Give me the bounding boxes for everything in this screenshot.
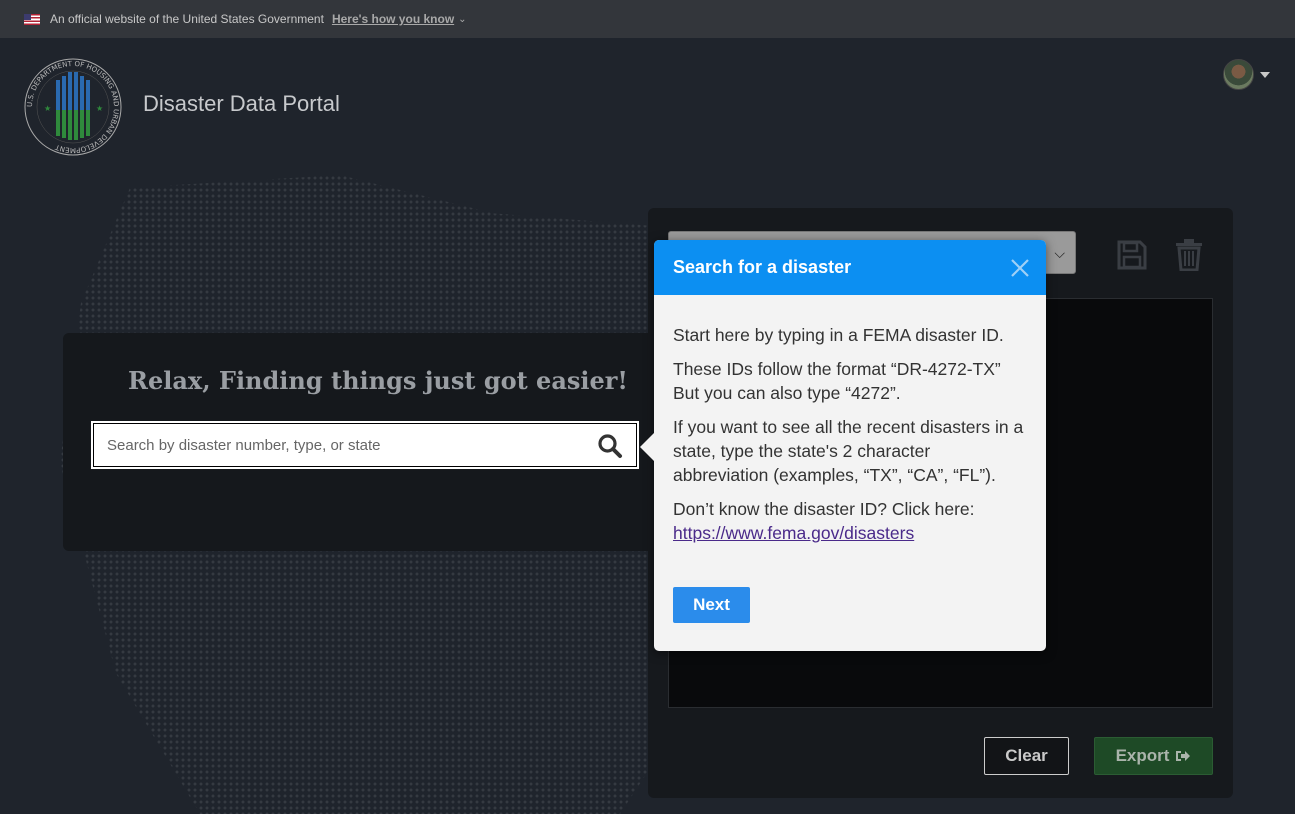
next-button[interactable]: Next xyxy=(673,587,750,623)
export-button[interactable]: Export xyxy=(1094,737,1213,775)
chevron-down-icon[interactable]: ⌵ xyxy=(1054,245,1065,262)
avatar[interactable] xyxy=(1223,59,1254,90)
clear-button[interactable]: Clear xyxy=(984,737,1069,775)
export-icon xyxy=(1176,751,1191,761)
close-icon[interactable] xyxy=(1010,258,1030,278)
popover-body: Start here by typing in a FEMA disaster … xyxy=(654,295,1046,545)
gov-banner: An official website of the United States… xyxy=(0,0,1295,38)
tour-popover: Search for a disaster Start here by typi… xyxy=(640,240,1046,651)
search-box[interactable] xyxy=(91,421,639,469)
popover-title: Search for a disaster xyxy=(673,257,852,277)
save-icon[interactable] xyxy=(1116,239,1148,271)
popover-header: Search for a disaster xyxy=(654,240,1046,295)
popover-text-2: These IDs follow the format “DR-4272-TX”… xyxy=(673,359,1001,403)
search-input[interactable] xyxy=(97,427,581,463)
search-heading: Relax, Finding things just got easier! xyxy=(128,366,628,395)
heres-how-you-know-link[interactable]: Here's how you know xyxy=(332,12,454,26)
popover-text-3: If you want to see all the recent disast… xyxy=(673,417,1024,485)
popover-text-4: Don’t know the disaster ID? Click here: xyxy=(673,499,975,519)
user-menu[interactable] xyxy=(1223,59,1270,90)
search-icon[interactable] xyxy=(597,433,623,459)
fema-disasters-link[interactable]: https://www.fema.gov/disasters xyxy=(673,523,914,543)
svg-text:★: ★ xyxy=(96,104,103,113)
us-flag-icon xyxy=(24,13,40,25)
chevron-down-icon[interactable]: ⌄ xyxy=(458,14,466,25)
svg-text:★: ★ xyxy=(44,104,51,113)
export-label: Export xyxy=(1115,746,1170,765)
hud-seal-logo[interactable]: ★ ★ U.S. DEPARTMENT OF HOUSING AND URBAN… xyxy=(20,56,126,158)
popover-text-1: Start here by typing in a FEMA disaster … xyxy=(673,325,1004,345)
gov-banner-text: An official website of the United States… xyxy=(50,12,324,26)
trash-icon[interactable] xyxy=(1175,239,1203,271)
app-title[interactable]: Disaster Data Portal xyxy=(143,91,340,117)
caret-down-icon[interactable] xyxy=(1260,71,1270,78)
